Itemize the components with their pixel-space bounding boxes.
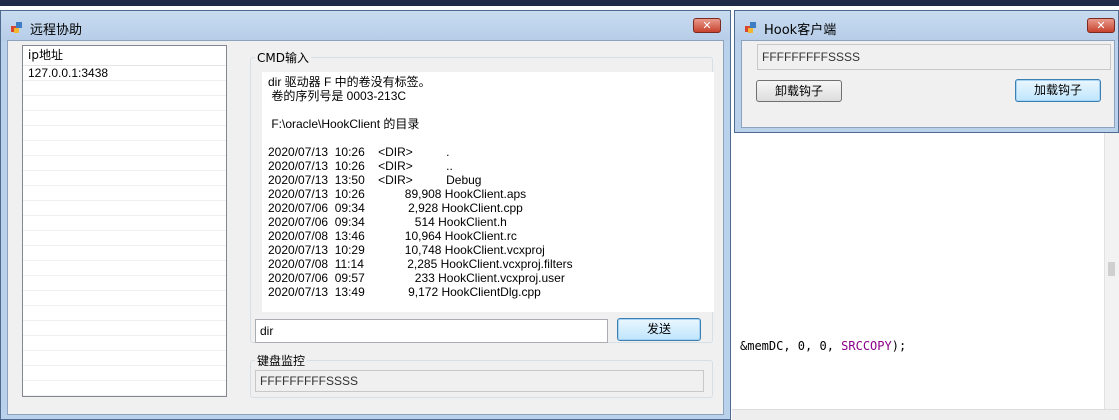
cmd-group-label: CMD输入 [255,49,311,66]
ip-list-item[interactable]: 127.0.0.1:3438 [23,66,226,81]
unload-hook-button[interactable]: 卸载钩子 [756,80,842,102]
editor-scroll-thumb[interactable] [1108,262,1115,276]
cmd-input[interactable] [255,319,608,343]
code-line: &memDC, 0, 0, SRCCOPY); [740,339,907,353]
ip-list[interactable]: ip地址 127.0.0.1:3438 [22,45,227,397]
remote-assist-titlebar[interactable]: 远程协助 ✕ [1,11,730,41]
ip-list-empty-row[interactable] [23,156,226,171]
code-keyword: SRCCOPY [841,339,892,353]
editor-horizontal-scrollbar[interactable] [732,409,1119,420]
background-taskbar [0,0,1119,6]
ip-list-empty-row[interactable] [23,141,226,156]
window-title: 远程协助 [30,23,83,38]
ip-column-header[interactable]: ip地址 [23,46,226,66]
ip-list-empty-row[interactable] [23,381,226,396]
ip-list-empty-row[interactable] [23,351,226,366]
ip-list-empty-row[interactable] [23,171,226,186]
ip-list-empty-row[interactable] [23,291,226,306]
app-icon [745,22,756,33]
load-hook-button[interactable]: 加载钩子 [1015,79,1101,102]
ip-list-empty-row[interactable] [23,336,226,351]
ip-list-empty-row[interactable] [23,201,226,216]
ip-list-empty-row[interactable] [23,186,226,201]
ip-list-empty-row[interactable] [23,321,226,336]
hook-client-window: Hook客户端 ✕ [734,10,1119,133]
hook-status-field[interactable] [757,44,1111,70]
send-button[interactable]: 发送 [617,318,701,341]
ip-list-empty-row[interactable] [23,231,226,246]
ip-list-empty-row[interactable] [23,306,226,321]
ip-list-empty-row[interactable] [23,81,226,96]
app-icon [11,22,22,33]
ip-list-empty-row[interactable] [23,261,226,276]
hook-client-titlebar[interactable]: Hook客户端 ✕ [735,11,1118,41]
ip-list-empty-row[interactable] [23,216,226,231]
ip-list-empty-row[interactable] [23,366,226,381]
cmd-output[interactable]: dir 驱动器 F 中的卷没有标签。 卷的序列号是 0003-213C F:\o… [262,72,714,312]
window-title: Hook客户端 [764,23,837,38]
ip-list-empty-row[interactable] [23,246,226,261]
keyboard-monitor-label: 键盘监控 [255,352,308,369]
ip-list-empty-row[interactable] [23,126,226,141]
close-button[interactable]: ✕ [693,18,721,33]
close-button[interactable]: ✕ [1087,18,1115,33]
keyboard-monitor-field[interactable] [255,370,704,392]
ip-list-empty-row[interactable] [23,96,226,111]
ip-list-empty-row[interactable] [23,276,226,291]
ip-list-empty-row[interactable] [23,111,226,126]
code-editor[interactable] [732,130,1119,420]
